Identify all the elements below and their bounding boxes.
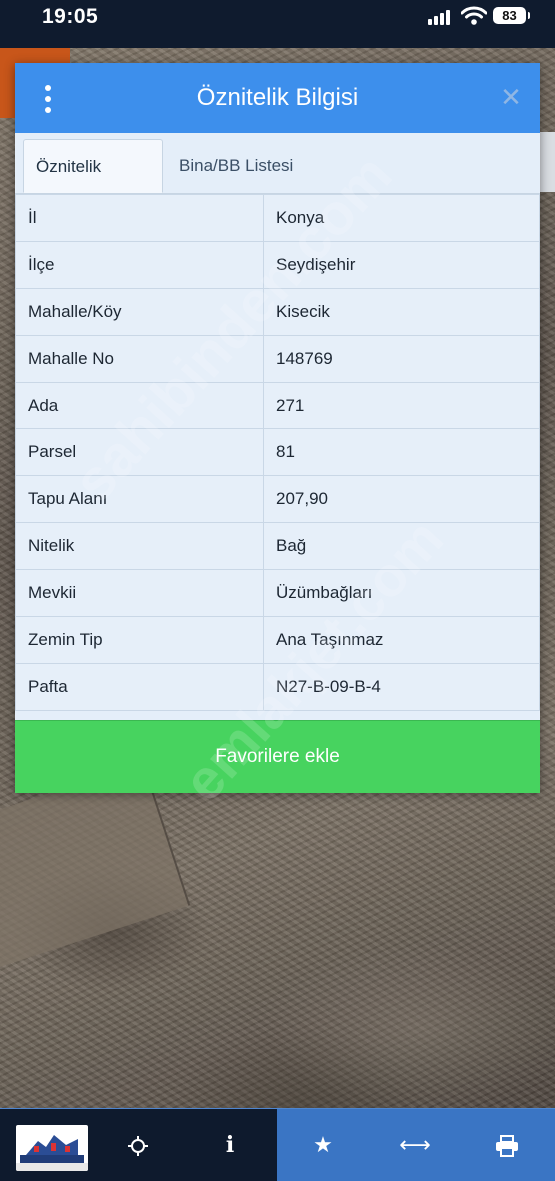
- table-row: Parsel 81: [15, 428, 540, 477]
- dialog-title: Öznitelik Bilgisi: [196, 84, 359, 111]
- company-logo: [16, 1125, 88, 1171]
- attribute-value: N27-B-09-B-4: [263, 662, 540, 711]
- attribute-label: Parsel: [15, 428, 264, 477]
- battery-icon: 83: [493, 7, 530, 24]
- tab-bar: Öznitelik Bilgisi Bina/BB Listesi: [15, 133, 540, 230]
- status-bar: 19:05 83: [0, 0, 555, 48]
- printer-icon[interactable]: [461, 1109, 553, 1181]
- attribute-value: 148769: [263, 334, 540, 383]
- bottom-toolbar: i ★ ⟷: [0, 1108, 555, 1181]
- table-row: Tapu Alanı 207,90: [15, 475, 540, 524]
- table-row: Zemin Tip Ana Taşınmaz: [15, 616, 540, 664]
- attribute-value: Ana Taşınmaz: [263, 616, 540, 664]
- table-row: İlçe Seydişehir: [15, 240, 540, 289]
- attribute-label: Tapu Alanı: [15, 475, 264, 524]
- table-row: Mahalle No 148769: [15, 334, 540, 383]
- attribute-value: 81: [263, 428, 540, 477]
- add-to-favorites-button[interactable]: Favorilere ekle: [15, 720, 540, 793]
- info-icon[interactable]: i: [184, 1109, 276, 1181]
- attribute-value: Bağ: [263, 522, 540, 571]
- star-icon[interactable]: ★: [277, 1109, 369, 1181]
- map-side-panel-edge: [540, 132, 555, 192]
- attribute-dialog: Öznitelik Bilgisi ✕ Öznitelik Bilgisi Bi…: [15, 63, 540, 793]
- attribute-label: Nitelik: [15, 522, 264, 571]
- attribute-label: İl: [15, 194, 264, 242]
- table-row: İl Konya: [15, 194, 540, 242]
- tab-building-list[interactable]: Bina/BB Listesi: [167, 139, 317, 193]
- close-icon[interactable]: ✕: [500, 84, 522, 110]
- attribute-label: Zemin Tip: [15, 616, 264, 664]
- attribute-label: Mahalle/Köy: [15, 287, 264, 336]
- attribute-value: Üzümbağları: [263, 569, 540, 618]
- signal-icon: [428, 9, 456, 25]
- table-row: Pafta N27-B-09-B-4: [15, 662, 540, 711]
- table-row: Mahalle/Köy Kisecik: [15, 287, 540, 336]
- company-logo-button[interactable]: [0, 1109, 92, 1181]
- attribute-label: Mevkii: [15, 569, 264, 618]
- attribute-label: Pafta: [15, 662, 264, 711]
- arrows-horizontal-icon[interactable]: ⟷: [369, 1109, 461, 1181]
- wifi-icon: [461, 6, 487, 25]
- table-row: Mevkii Üzümbağları: [15, 569, 540, 618]
- tab-attribute-info[interactable]: Öznitelik Bilgisi: [23, 139, 163, 230]
- dialog-header: Öznitelik Bilgisi ✕: [15, 63, 540, 133]
- attribute-label: İlçe: [15, 240, 264, 289]
- attribute-table: İl Konya İlçe Seydişehir Mahalle/Köy Kisecik M…: [15, 194, 540, 711]
- table-row: Ada 271: [15, 381, 540, 430]
- attribute-value: Kisecik: [263, 287, 540, 336]
- attribute-value: 207,90: [263, 475, 540, 524]
- attribute-value: 271: [263, 381, 540, 430]
- status-time: 19:05: [42, 5, 99, 28]
- attribute-label: Mahalle No: [15, 334, 264, 383]
- attribute-label: Ada: [15, 381, 264, 430]
- attribute-value: Seydişehir: [263, 240, 540, 289]
- table-row: Nitelik Bağ: [15, 522, 540, 571]
- crosshair-icon[interactable]: [92, 1109, 184, 1181]
- attribute-value: Konya: [263, 194, 540, 242]
